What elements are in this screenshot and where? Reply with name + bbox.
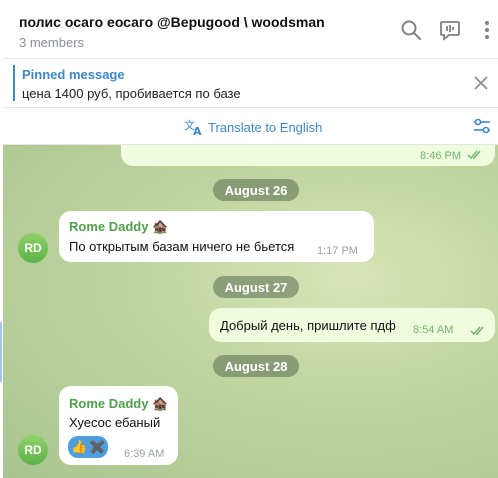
avatar[interactable]: RD	[18, 233, 48, 263]
cross-reaction-icon: ✖️	[89, 439, 106, 454]
reaction-badge[interactable]: 👍 ✖️	[68, 436, 109, 458]
message-text: По открытым базам ничего не бьется	[69, 239, 295, 254]
date-separator: August 28	[213, 355, 299, 377]
translate-icon: 文 A	[184, 118, 202, 136]
house-emoji-icon: 🏚️	[152, 219, 169, 234]
message-text: Добрый день, пришлите пдф	[220, 318, 396, 333]
pinned-indicator	[13, 65, 15, 101]
resize-marker	[0, 322, 2, 382]
live-chat-icon[interactable]	[438, 18, 462, 42]
chat-title: полис осаго еосаго @Bepugood \ woodsman	[19, 14, 325, 30]
members-count: 3 members	[19, 35, 85, 50]
pinned-text: цена 1400 руб, пробивается по базе	[22, 86, 241, 101]
sender-name[interactable]: Rome Daddy 🏚️	[69, 219, 168, 235]
date-separator: August 26	[213, 179, 299, 201]
message-incoming[interactable]: Rome Daddy 🏚️ По открытым базам ничего н…	[59, 211, 374, 262]
more-icon[interactable]	[475, 18, 498, 42]
settings-sliders-icon[interactable]	[472, 116, 492, 136]
read-checkmarks-icon	[470, 326, 484, 336]
chat-area[interactable]: 8:46 PM August 26 Rome Daddy 🏚️ По откры…	[3, 145, 498, 478]
message-outgoing[interactable]: Добрый день, пришлите пдф 8:54 AM	[209, 308, 495, 342]
message-text: Хуесос ебаный	[69, 415, 161, 430]
chat-header[interactable]: полис осаго еосаго @Bepugood \ woodsman …	[3, 0, 498, 59]
pinned-label: Pinned message	[22, 67, 125, 82]
message-time: 8:54 AM	[413, 324, 454, 336]
thumbs-up-reaction-icon: 👍	[71, 439, 88, 454]
house-emoji-icon: 🏚️	[152, 396, 169, 411]
read-checkmarks-icon	[467, 150, 481, 160]
message-time: 6:39 AM	[124, 448, 165, 460]
sender-name[interactable]: Rome Daddy 🏚️	[69, 396, 168, 412]
avatar[interactable]: RD	[18, 435, 48, 465]
message-outgoing[interactable]: 8:46 PM	[121, 145, 495, 166]
pinned-message-bar[interactable]: Pinned message цена 1400 руб, пробиваетс…	[3, 59, 498, 108]
translate-bar: 文 A Translate to English	[3, 108, 498, 145]
search-icon[interactable]	[399, 18, 423, 42]
message-time: 8:46 PM	[420, 150, 461, 162]
translate-button[interactable]: 文 A Translate to English	[184, 117, 322, 137]
message-incoming[interactable]: Rome Daddy 🏚️ Хуесос ебаный 👍 ✖️ 6:39 AM	[59, 386, 178, 465]
date-separator: August 27	[213, 276, 299, 298]
translate-label: Translate to English	[208, 119, 323, 135]
svg-text:A: A	[193, 125, 202, 136]
close-icon[interactable]	[472, 74, 490, 92]
message-time: 1:17 PM	[317, 245, 358, 257]
